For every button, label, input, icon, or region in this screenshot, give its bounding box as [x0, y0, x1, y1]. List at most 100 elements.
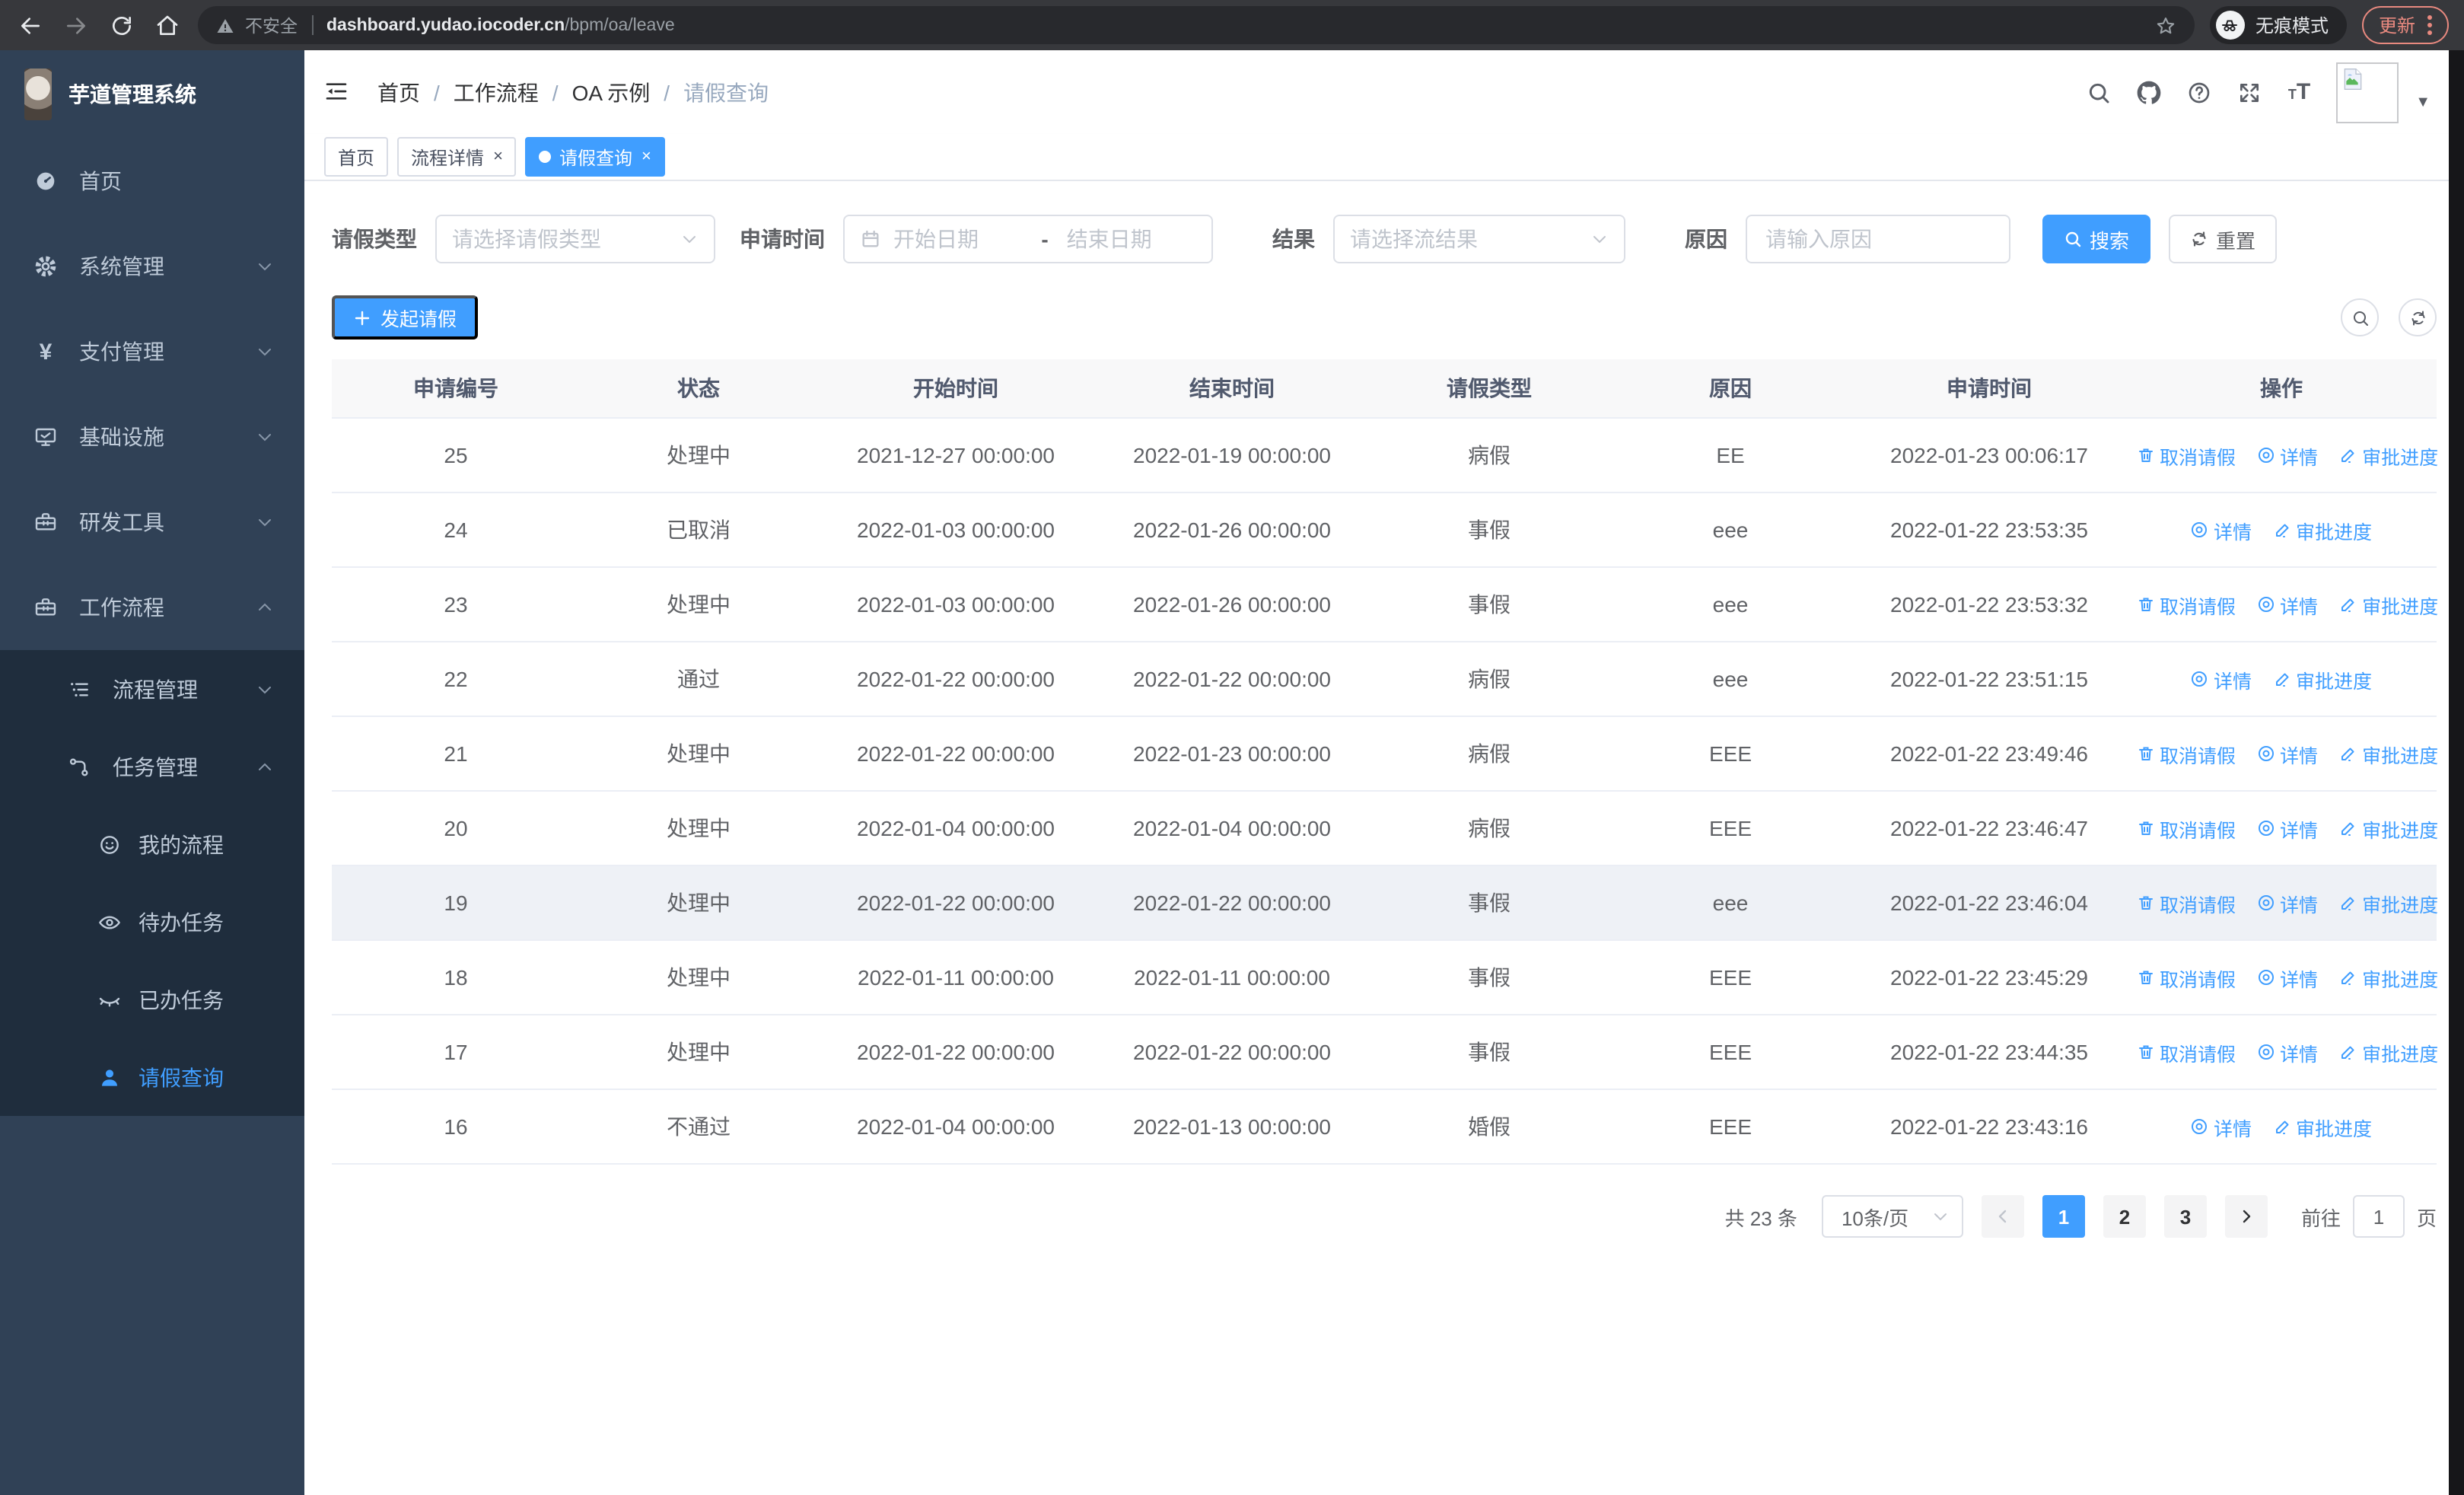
cancel-leave-link[interactable]: 取消请假 — [2137, 814, 2236, 843]
sidebar-collapse-icon[interactable] — [324, 78, 352, 106]
sidebar-item-首页[interactable]: 首页 — [0, 139, 304, 224]
progress-link[interactable]: 审批进度 — [2339, 1038, 2438, 1066]
breadcrumb: 首页 / 工作流程 / OA 示例 / 请假查询 — [377, 77, 769, 107]
tab-close-icon[interactable]: × — [641, 148, 651, 165]
font-size-icon[interactable]: TT — [2288, 79, 2310, 105]
security-label[interactable]: 不安全 — [245, 13, 298, 37]
menu-label: 任务管理 — [113, 754, 198, 779]
cancel-leave-link[interactable]: 取消请假 — [2137, 441, 2236, 470]
progress-link[interactable]: 审批进度 — [2339, 590, 2438, 619]
next-page-button[interactable] — [2224, 1195, 2268, 1238]
progress-link[interactable]: 审批进度 — [2273, 665, 2372, 693]
cell-actions: 取消请假 详情 审批进度 — [2126, 1015, 2438, 1090]
tab-label: 首页 — [338, 147, 375, 168]
detail-link[interactable]: 详情 — [2257, 590, 2318, 619]
end-date-placeholder[interactable]: 结束日期 — [1067, 224, 1196, 254]
sidebar-item-基础设施[interactable]: 基础设施 — [0, 394, 304, 480]
cell-status: 不通过 — [580, 1089, 817, 1165]
progress-link[interactable]: 审批进度 — [2339, 888, 2438, 917]
cell-reason: EEE — [1609, 716, 1852, 792]
help-icon[interactable] — [2188, 80, 2212, 104]
goto-page-input[interactable] — [2352, 1195, 2405, 1238]
start-date-placeholder[interactable]: 开始日期 — [893, 224, 1023, 254]
sidebar-item-已办任务[interactable]: 已办任务 — [0, 961, 304, 1038]
sidebar-item-任务管理[interactable]: 任务管理 — [0, 728, 304, 805]
progress-link[interactable]: 审批进度 — [2273, 515, 2372, 544]
url-bar[interactable]: 不安全 dashboard.yudao.iocoder.cn /bpm/oa/l… — [198, 6, 2195, 44]
progress-link[interactable]: 审批进度 — [2339, 739, 2438, 768]
user-avatar[interactable] — [2336, 62, 2399, 123]
tab-请假查询[interactable]: 请假查询 × — [525, 137, 665, 177]
cancel-leave-link[interactable]: 取消请假 — [2137, 739, 2236, 768]
detail-link[interactable]: 详情 — [2191, 515, 2252, 544]
page-size-select[interactable]: 10条/页 — [1821, 1195, 1963, 1238]
detail-link[interactable]: 详情 — [2257, 739, 2318, 768]
update-label[interactable]: 更新 — [2379, 12, 2415, 38]
cell-actions: 详情 审批进度 — [2126, 1089, 2437, 1165]
detail-link[interactable]: 详情 — [2191, 1112, 2252, 1141]
create-leave-button[interactable]: 发起请假 — [332, 295, 479, 339]
app-logo[interactable]: 芋道管理系统 — [0, 50, 304, 139]
detail-link[interactable]: 详情 — [2257, 888, 2318, 917]
page-button-2[interactable]: 2 — [2103, 1195, 2146, 1238]
sidebar-item-研发工具[interactable]: 研发工具 — [0, 480, 304, 565]
fullscreen-icon[interactable] — [2238, 80, 2262, 104]
browser-update-button[interactable]: 更新 — [2361, 6, 2449, 44]
menu-label: 已办任务 — [138, 987, 224, 1012]
cancel-leave-link[interactable]: 取消请假 — [2137, 963, 2236, 992]
progress-link[interactable]: 审批进度 — [2339, 441, 2438, 470]
search-button[interactable]: 搜索 — [2042, 215, 2151, 263]
leave-type-select[interactable]: 请选择请假类型 — [435, 215, 715, 263]
github-icon[interactable] — [2138, 80, 2162, 104]
progress-link[interactable]: 审批进度 — [2339, 814, 2438, 843]
breadcrumb-item-工作流程[interactable]: 工作流程 — [454, 77, 539, 107]
sidebar-item-待办任务[interactable]: 待办任务 — [0, 883, 304, 961]
cancel-leave-link[interactable]: 取消请假 — [2137, 590, 2236, 619]
breadcrumb-item-OA 示例[interactable]: OA 示例 — [572, 77, 651, 107]
sidebar-item-我的流程[interactable]: 我的流程 — [0, 805, 304, 883]
page-button-1[interactable]: 1 — [2042, 1195, 2085, 1238]
sidebar-item-系统管理[interactable]: 系统管理 — [0, 224, 304, 309]
cell-reason: EEE — [1609, 940, 1852, 1015]
breadcrumb-item-首页[interactable]: 首页 — [377, 77, 420, 107]
detail-link[interactable]: 详情 — [2257, 1038, 2318, 1066]
reset-button[interactable]: 重置 — [2169, 215, 2278, 263]
browser-forward-icon[interactable] — [61, 10, 91, 40]
result-select[interactable]: 请选择流结果 — [1333, 215, 1625, 263]
bookmark-star-icon[interactable] — [2155, 14, 2176, 36]
detail-link[interactable]: 详情 — [2191, 665, 2252, 693]
cancel-leave-link[interactable]: 取消请假 — [2137, 888, 2236, 917]
logo-avatar — [24, 69, 52, 120]
cell-type: 事假 — [1370, 865, 1609, 941]
sidebar-item-流程管理[interactable]: 流程管理 — [0, 650, 304, 728]
progress-link[interactable]: 审批进度 — [2273, 1112, 2372, 1141]
monitor-icon — [33, 425, 58, 449]
sidebar-item-请假查询[interactable]: 请假查询 — [0, 1038, 304, 1116]
browser-reload-icon[interactable] — [107, 10, 137, 40]
page-button-3[interactable]: 3 — [2163, 1195, 2207, 1238]
apply-time-range-picker[interactable]: 开始日期 - 结束日期 — [843, 215, 1213, 263]
progress-link[interactable]: 审批进度 — [2339, 963, 2438, 992]
refresh-table-icon[interactable] — [2399, 298, 2437, 336]
sidebar-item-工作流程[interactable]: 工作流程 — [0, 565, 304, 650]
cancel-leave-link[interactable]: 取消请假 — [2137, 1038, 2236, 1066]
prev-page-button[interactable] — [1981, 1195, 2024, 1238]
tab-close-icon[interactable]: × — [493, 148, 503, 165]
browser-home-icon[interactable] — [152, 10, 183, 40]
tab-流程详情[interactable]: 流程详情 × — [397, 137, 517, 177]
browser-back-icon[interactable] — [15, 10, 46, 40]
user-icon — [97, 1065, 122, 1089]
tab-首页[interactable]: 首页 — [324, 137, 389, 177]
avatar-caret-icon[interactable]: ▼ — [2415, 94, 2431, 111]
reason-input[interactable] — [1762, 225, 1994, 253]
header-search-icon[interactable] — [2087, 80, 2112, 104]
show-search-icon[interactable] — [2341, 298, 2379, 336]
browser-menu-icon[interactable] — [2427, 15, 2432, 35]
cell-reason: eee — [1609, 642, 1852, 717]
detail-link[interactable]: 详情 — [2257, 814, 2318, 843]
detail-link[interactable]: 详情 — [2257, 963, 2318, 992]
sidebar-item-支付管理[interactable]: ¥ 支付管理 — [0, 309, 304, 394]
detail-link[interactable]: 详情 — [2257, 441, 2318, 470]
table-body: 25 处理中 2021-12-27 00:00:00 2022-01-19 00:00… — [332, 418, 2438, 1165]
app-title: 芋道管理系统 — [68, 82, 196, 107]
